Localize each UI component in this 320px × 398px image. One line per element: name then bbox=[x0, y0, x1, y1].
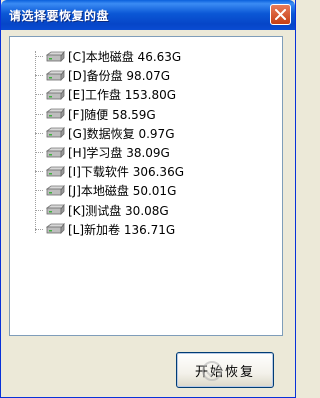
tree-branch-line bbox=[35, 171, 43, 173]
tree-branch-line bbox=[35, 209, 43, 211]
dialog-window: 请选择要恢复的盘 [C]本地磁盘 46.63G [D]备份盘 98.07G [E]工… bbox=[0, 0, 296, 398]
drive-icon bbox=[45, 165, 65, 177]
drive-icon bbox=[45, 146, 65, 158]
drive-tree[interactable]: [C]本地磁盘 46.63G [D]备份盘 98.07G [E]工作盘 153.80… bbox=[9, 36, 283, 336]
drive-tree-item[interactable]: [G]数据恢复 0.97G bbox=[35, 125, 175, 142]
watermark-logo bbox=[201, 360, 223, 382]
tree-branch-line bbox=[35, 190, 43, 192]
logo-icon bbox=[202, 361, 222, 381]
drive-label: [F]随便 58.59G bbox=[68, 107, 156, 122]
start-recovery-button[interactable]: 开始恢复 bbox=[176, 352, 274, 388]
drive-tree-item[interactable]: [F]随便 58.59G bbox=[35, 106, 156, 123]
tree-branch-line bbox=[35, 94, 43, 96]
drive-label: [I]下载软件 306.36G bbox=[68, 165, 185, 180]
drive-label: [G]数据恢复 0.97G bbox=[68, 126, 175, 141]
tree-branch-line bbox=[35, 113, 43, 115]
drive-label: [H]学习盘 38.09G bbox=[68, 146, 170, 160]
tree-branch-line bbox=[35, 152, 43, 153]
drive-icon bbox=[45, 223, 65, 235]
close-button[interactable] bbox=[270, 4, 291, 25]
drive-icon bbox=[45, 69, 65, 81]
drive-label: [L]新加卷 136.71G bbox=[68, 222, 176, 237]
tree-branch-line bbox=[35, 56, 43, 57]
tree-branch-line bbox=[35, 75, 43, 77]
drive-icon bbox=[45, 184, 65, 196]
tree-branch-line bbox=[35, 228, 43, 230]
drive-tree-item[interactable]: [H]学习盘 38.09G bbox=[35, 144, 170, 161]
tree-branch-line bbox=[35, 132, 43, 134]
drive-tree-item[interactable]: [C]本地磁盘 46.63G bbox=[35, 48, 181, 65]
drive-tree-item[interactable]: [D]备份盘 98.07G bbox=[35, 67, 170, 84]
drive-label: [K]测试盘 30.08G bbox=[68, 203, 169, 218]
drive-label: [E]工作盘 153.80G bbox=[68, 88, 177, 103]
close-icon bbox=[275, 9, 286, 20]
drive-icon bbox=[45, 88, 65, 100]
drive-icon bbox=[45, 127, 65, 139]
drive-icon bbox=[45, 107, 65, 120]
drive-icon bbox=[45, 203, 65, 216]
drive-label: [C]本地磁盘 46.63G bbox=[68, 50, 182, 64]
window-title: 请选择要恢复的盘 bbox=[9, 9, 110, 23]
drive-tree-item[interactable]: [I]下载软件 306.36G bbox=[35, 163, 184, 180]
drive-tree-item[interactable]: [K]测试盘 30.08G bbox=[35, 202, 169, 219]
drive-tree-item[interactable]: [J]本地磁盘 50.01G bbox=[35, 182, 176, 199]
drive-label: [J]本地磁盘 50.01G bbox=[68, 184, 177, 199]
drive-icon bbox=[45, 50, 65, 62]
drive-label: [D]备份盘 98.07G bbox=[68, 69, 171, 84]
drive-tree-item[interactable]: [L]新加卷 136.71G bbox=[35, 221, 175, 238]
title-bar[interactable]: 请选择要恢复的盘 bbox=[1, 0, 295, 30]
drive-tree-item[interactable]: [E]工作盘 153.80G bbox=[35, 86, 176, 103]
